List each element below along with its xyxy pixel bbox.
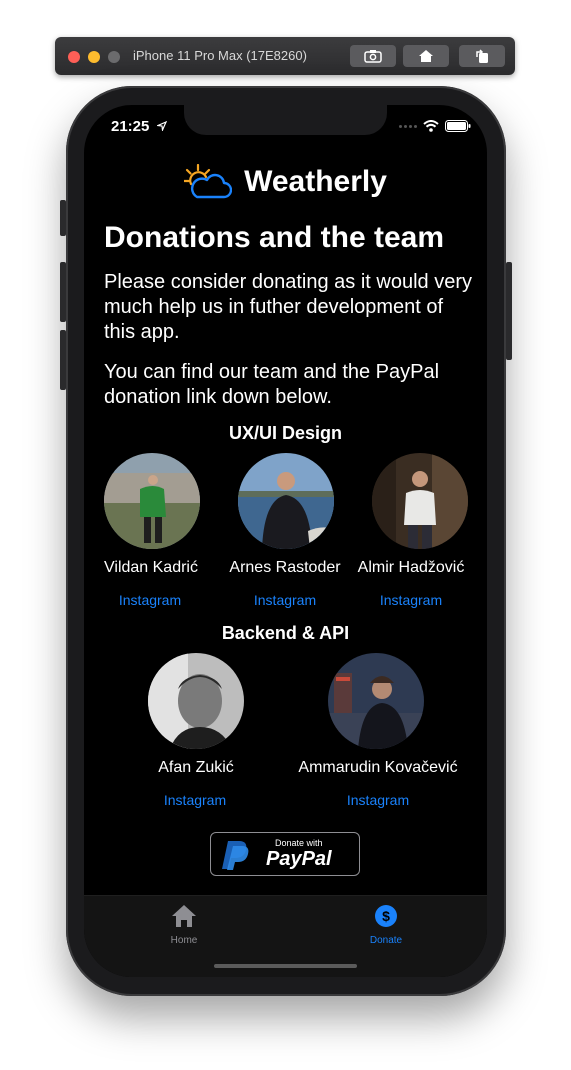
- notch: [184, 105, 387, 135]
- section-title-uxui: UX/UI Design: [228, 423, 343, 443]
- minimize-window-button[interactable]: [88, 51, 100, 63]
- zoom-window-button[interactable]: [108, 51, 120, 63]
- svg-text:$: $: [382, 908, 390, 924]
- silent-switch: [60, 200, 66, 236]
- donation-intro: Please consider donating as it would ver…: [104, 271, 472, 343]
- paypal-donate-button[interactable]: Donate with PayPal: [210, 832, 360, 876]
- status-indicators: [399, 120, 471, 132]
- team-note: You can find our team and the PayPal don…: [104, 361, 440, 408]
- volume-down-button: [60, 330, 66, 390]
- paypal-small-text: Donate with: [275, 838, 323, 848]
- avatar-arnes: [238, 453, 334, 549]
- signal-icon: [399, 124, 417, 128]
- avatar-vildan: [104, 453, 200, 549]
- wifi-icon: [423, 120, 439, 132]
- rotate-button[interactable]: [459, 45, 505, 67]
- paypal-logo-icon: [222, 841, 249, 870]
- tab-donate[interactable]: $ Donate: [346, 904, 426, 946]
- section-title-backend: Backend & API: [221, 623, 350, 643]
- app-title: Weatherly: [244, 165, 387, 198]
- tab-donate-label: Donate: [369, 935, 403, 946]
- power-button: [506, 262, 512, 360]
- battery-icon: [445, 120, 471, 132]
- screenshot-button[interactable]: [350, 45, 396, 67]
- home-indicator[interactable]: [214, 964, 357, 968]
- instagram-link[interactable]: Instagram: [84, 592, 220, 608]
- avatar-afan: [148, 653, 244, 749]
- paypal-big-text: PayPal: [266, 848, 332, 870]
- page-title: Donations and the team: [104, 221, 445, 254]
- app-screen: 21:25 Weatherly Donations and the team P…: [84, 105, 487, 977]
- home-button[interactable]: [403, 45, 449, 67]
- instagram-link[interactable]: Instagram: [341, 592, 481, 608]
- close-window-button[interactable]: [68, 51, 80, 63]
- tab-home-label: Home: [170, 935, 198, 946]
- sun-cloud-icon: [184, 164, 233, 199]
- member-name: Afan Zukić: [158, 759, 234, 776]
- instagram-link[interactable]: Instagram: [215, 592, 355, 608]
- instagram-link[interactable]: Instagram: [308, 792, 448, 808]
- simulator-title: iPhone 11 Pro Max (17E8260): [133, 48, 307, 63]
- avatar-ammarudin: [328, 653, 424, 749]
- member-name: Ammarudin Kovačević: [298, 759, 458, 776]
- tab-home[interactable]: Home: [144, 904, 224, 946]
- house-icon: [172, 905, 196, 927]
- member-name: Almir Hadžović: [357, 559, 465, 576]
- avatar-almir: [372, 453, 468, 549]
- dollar-circle-icon: $: [375, 905, 397, 927]
- instagram-link[interactable]: Instagram: [125, 792, 265, 808]
- screenshot-icon: [364, 50, 382, 63]
- app-header: Weatherly: [84, 160, 487, 204]
- simulator-title-bar: iPhone 11 Pro Max (17E8260): [55, 37, 515, 75]
- location-arrow-icon: [157, 121, 167, 131]
- rotate-icon: [476, 49, 488, 63]
- status-time: 21:25: [111, 118, 150, 135]
- home-icon: [419, 50, 433, 62]
- volume-up-button: [60, 262, 66, 322]
